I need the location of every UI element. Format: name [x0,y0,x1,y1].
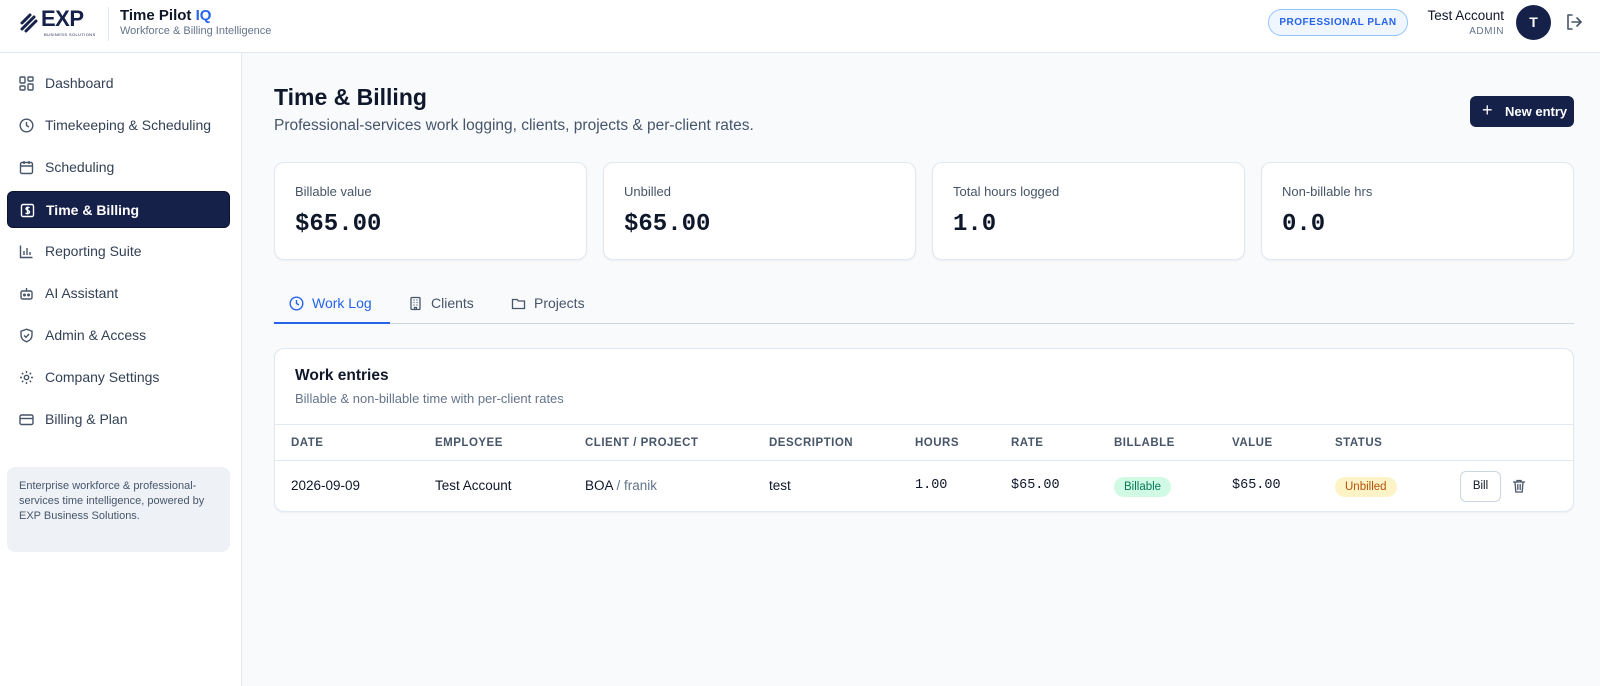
logo-mark-icon [20,13,38,33]
stat-label: Non-billable hrs [1282,184,1373,199]
logout-icon[interactable] [1564,12,1584,32]
page-subtitle: Professional-services work logging, clie… [274,117,754,134]
top-header: EXP BUSINESS SOLUTIONS Time Pilot IQ Wor… [0,0,1600,53]
sidebar-item-label: Time & Billing [46,202,140,218]
cell-rate: $65.00 [1011,478,1060,493]
sidebar-note: Enterprise workforce & professional-serv… [7,467,230,552]
tab-work-log[interactable]: Work Log [274,287,390,324]
column-header-status[interactable]: STATUS [1335,437,1382,449]
cell-description: test [769,478,791,493]
work-entries-card: Work entries Billable & non-billable tim… [274,348,1574,512]
avatar[interactable]: T [1516,5,1551,40]
column-header-hours[interactable]: HOURS [915,437,959,449]
tab-label: Work Log [312,295,372,311]
stat-label: Unbilled [624,184,671,199]
sidebar-item-scheduling[interactable]: Scheduling [7,149,230,186]
billable-badge: Billable [1114,477,1172,497]
cell-client: BOA [585,478,613,493]
dollar-icon [20,203,35,218]
logo-text: EXP [41,6,84,31]
stat-value: $65.00 [295,211,382,238]
new-entry-button[interactable]: + New entry [1470,96,1574,127]
tab-label: Clients [431,295,474,311]
plan-badge[interactable]: PROFESSIONAL PLAN [1268,9,1408,36]
table-row[interactable]: 2026-09-09 Test Account BOA / franik tes… [275,461,1573,511]
tab-label: Projects [534,295,585,311]
stat-label: Total hours logged [953,184,1060,199]
sidebar-item-label: Billing & Plan [45,411,128,427]
bot-icon [20,288,33,300]
sidebar-item-admin-access[interactable]: Admin & Access [7,317,230,354]
header-divider [108,7,109,41]
column-header-billable[interactable]: BILLABLE [1114,437,1175,449]
sidebar-item-label: Timekeeping & Scheduling [45,117,212,133]
column-header-date[interactable]: DATE [291,437,323,449]
tab-clients[interactable]: Clients [393,287,493,324]
stat-label: Billable value [295,184,372,199]
page-title: Time & Billing [274,84,427,110]
sidebar: Dashboard Timekeeping & Scheduling Sched… [0,53,242,686]
table-header: DATE EMPLOYEE CLIENT / PROJECT DESCRIPTI… [275,424,1573,461]
sidebar-item-dashboard[interactable]: Dashboard [7,65,230,102]
folder-icon [511,298,526,310]
logo-subtext: BUSINESS SOLUTIONS [44,32,96,37]
cell-client-project: BOA / franik [585,478,657,493]
tab-bar: Work Log Clients Projects [274,287,1574,324]
cell-project: / franik [616,478,658,493]
app-title-accent: IQ [195,7,212,24]
exp-logo[interactable]: EXP BUSINESS SOLUTIONS [20,6,95,37]
shield-icon [20,328,33,343]
sidebar-item-time-billing[interactable]: Time & Billing [7,191,230,228]
bar-chart-icon [19,245,33,259]
plus-icon: + [1482,100,1493,120]
account-name: Test Account [1427,8,1504,23]
column-header-client-project[interactable]: CLIENT / PROJECT [585,437,698,449]
bill-button[interactable]: Bill [1460,471,1501,502]
column-header-rate[interactable]: RATE [1011,437,1043,449]
column-header-employee[interactable]: EMPLOYEE [435,437,503,449]
credit-card-icon [19,414,34,426]
stat-card-non-billable-hours: Non-billable hrs 0.0 [1261,162,1574,260]
tab-projects[interactable]: Projects [496,287,606,324]
column-header-description[interactable]: DESCRIPTION [769,437,853,449]
clock-icon [19,118,34,133]
stat-value: $65.00 [624,211,711,238]
app-title: Time Pilot IQ [120,7,211,24]
stat-card-total-hours: Total hours logged 1.0 [932,162,1245,260]
trash-icon[interactable] [1511,478,1527,494]
sidebar-item-ai-assistant[interactable]: AI Assistant [7,275,230,312]
account-role: ADMIN [1469,26,1504,37]
clock-icon [289,296,304,311]
sidebar-item-billing-plan[interactable]: Billing & Plan [7,401,230,438]
stat-card-billable-value: Billable value $65.00 [274,162,587,260]
gear-icon [20,371,33,384]
cell-employee: Test Account [435,478,512,493]
sidebar-item-label: Admin & Access [45,327,147,343]
building-icon [410,296,421,311]
sidebar-item-label: Reporting Suite [45,243,142,259]
dashboard-icon [19,76,34,91]
sidebar-item-label: AI Assistant [45,285,119,301]
cell-date: 2026-09-09 [291,478,361,493]
sidebar-item-label: Scheduling [45,159,115,175]
app-title-text: Time Pilot [120,7,192,24]
calendar-icon [19,161,34,175]
card-subtitle: Billable & non-billable time with per-cl… [295,391,564,406]
cell-hours: 1.00 [915,478,948,493]
status-badge: Unbilled [1335,477,1397,497]
cell-value: $65.00 [1232,478,1281,493]
sidebar-item-label: Company Settings [45,369,160,385]
column-header-value[interactable]: VALUE [1232,437,1273,449]
sidebar-item-timekeeping[interactable]: Timekeeping & Scheduling [7,107,230,144]
card-title: Work entries [295,367,389,384]
stat-card-unbilled: Unbilled $65.00 [603,162,916,260]
sidebar-item-reporting[interactable]: Reporting Suite [7,233,230,270]
sidebar-item-label: Dashboard [45,75,114,91]
app-subtitle: Workforce & Billing Intelligence [120,25,272,37]
stat-value: 1.0 [953,211,997,238]
sidebar-item-company-settings[interactable]: Company Settings [7,359,230,396]
stat-value: 0.0 [1282,211,1326,238]
new-entry-label: New entry [1505,104,1568,119]
